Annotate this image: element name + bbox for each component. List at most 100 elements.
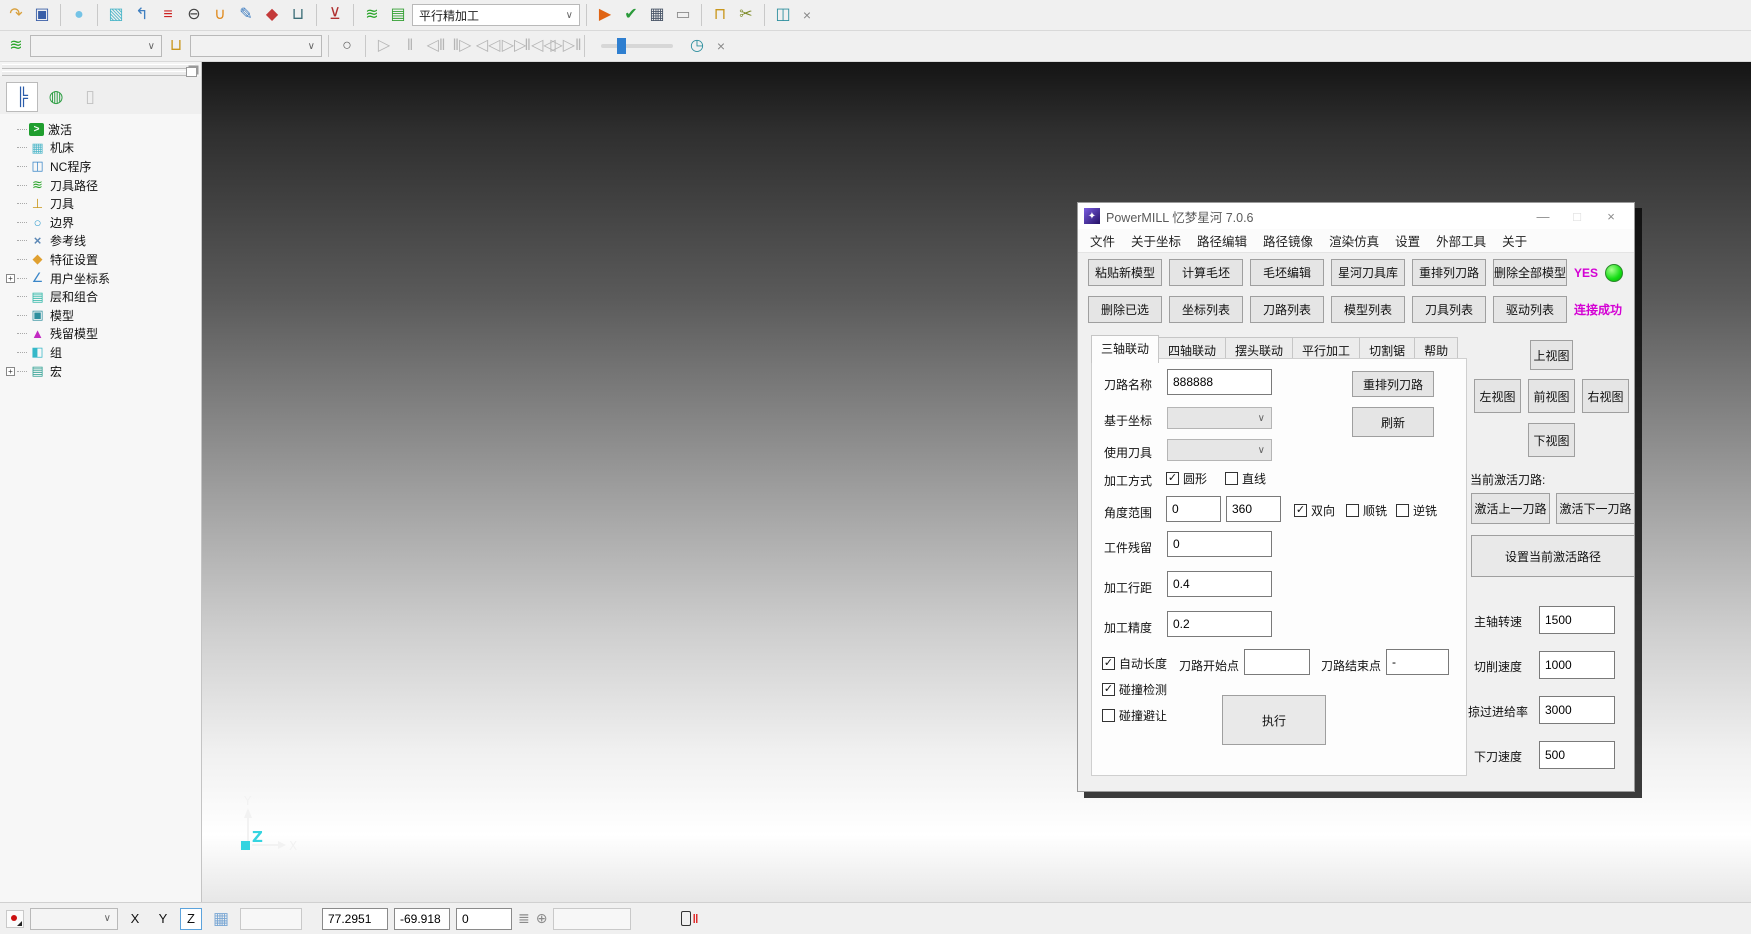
- step-back-icon[interactable]: ◁‖: [424, 34, 448, 58]
- set-active-path-button[interactable]: 设置当前激活路径: [1471, 535, 1635, 577]
- bidirectional-option[interactable]: 双向: [1294, 502, 1335, 519]
- lightbulb-icon[interactable]: ○: [335, 34, 359, 58]
- use-tool-dropdown[interactable]: ∨: [1167, 439, 1272, 461]
- line-checkbox[interactable]: [1225, 472, 1238, 485]
- spindle-speed-field[interactable]: [1539, 606, 1615, 634]
- refresh-button[interactable]: 刷新: [1352, 407, 1434, 437]
- tab-explorer-tree[interactable]: ╠: [6, 82, 38, 112]
- measure-field[interactable]: [553, 908, 631, 930]
- menu-path-mirror[interactable]: 路径镜像: [1255, 231, 1321, 250]
- coord-base-dropdown[interactable]: ∨: [1167, 407, 1272, 429]
- save-project-icon[interactable]: ▣: [30, 3, 54, 27]
- activate-next-toolpath-button[interactable]: 激活下一刀路: [1556, 493, 1635, 524]
- dialog-titlebar[interactable]: ✦ PowerMILL 忆梦星河 7.0.6 — □ ×: [1078, 203, 1634, 229]
- axis-x-button[interactable]: X: [124, 908, 146, 930]
- clock-icon[interactable]: ◷: [685, 34, 709, 58]
- minimize-icon[interactable]: —: [1526, 204, 1560, 228]
- axis-z-button[interactable]: Z: [180, 908, 202, 930]
- menu-external-tools[interactable]: 外部工具: [1428, 231, 1494, 250]
- auto-length-option[interactable]: 自动长度: [1102, 655, 1167, 672]
- tool-library-button[interactable]: 星河刀具库: [1331, 259, 1405, 286]
- rearrange-toolpaths-button[interactable]: 重排列刀路: [1412, 259, 1486, 286]
- angle-from-field[interactable]: [1166, 496, 1221, 522]
- mode-line-option[interactable]: 直线: [1225, 470, 1266, 487]
- plunge-feed-field[interactable]: [1539, 741, 1615, 769]
- stepover-field[interactable]: [1167, 571, 1272, 597]
- simulation-speed-slider[interactable]: [601, 44, 673, 48]
- toolpath-list-button[interactable]: 刀路列表: [1250, 296, 1324, 323]
- workplane-dropdown[interactable]: ∨: [30, 908, 118, 930]
- tab-3axis[interactable]: 三轴联动: [1091, 335, 1159, 363]
- coord-list-button[interactable]: 坐标列表: [1169, 296, 1243, 323]
- panel-gripper[interactable]: [2, 64, 195, 69]
- play-icon[interactable]: ▷: [372, 34, 396, 58]
- strategy-dropdown[interactable]: 平行精加工 ∨: [412, 4, 580, 26]
- skim-feed-field[interactable]: [1539, 696, 1615, 724]
- grid-size-field[interactable]: [240, 908, 302, 930]
- block-icon[interactable]: ▧: [104, 3, 128, 27]
- grid-icon[interactable]: ▦: [208, 907, 234, 931]
- tolerance-field[interactable]: [1167, 611, 1272, 637]
- scissors-icon[interactable]: ✂: [734, 3, 758, 27]
- tab-recycle-bin[interactable]: ▯: [74, 82, 106, 112]
- model-list-button[interactable]: 模型列表: [1331, 296, 1405, 323]
- viewport-3d[interactable]: Y X Z ✦ PowerMILL 忆梦星河 7.0.6 — □ ×: [202, 62, 1751, 902]
- menu-render-sim[interactable]: 渲染仿真: [1321, 231, 1387, 250]
- point-picker-button[interactable]: [6, 910, 24, 928]
- collision-check-checkbox[interactable]: [1102, 683, 1115, 696]
- view-left-button[interactable]: 左视图: [1474, 379, 1521, 413]
- tree-item-groups[interactable]: ◧组: [4, 343, 201, 362]
- tool-pair-icon[interactable]: ⊓: [708, 3, 732, 27]
- menu-about-coords[interactable]: 关于坐标: [1123, 231, 1189, 250]
- auto-length-checkbox[interactable]: [1102, 657, 1115, 670]
- ruler-icon[interactable]: ▭: [671, 3, 695, 27]
- maximize-icon[interactable]: □: [1560, 204, 1594, 228]
- close-toolbar-icon[interactable]: ×: [711, 38, 731, 54]
- tool-holder-icon[interactable]: ⊔: [286, 3, 310, 27]
- coord-y-field[interactable]: [394, 908, 450, 930]
- menu-settings[interactable]: 设置: [1387, 231, 1428, 250]
- start-point-field[interactable]: [1244, 649, 1310, 675]
- pause-icon[interactable]: ‖: [398, 34, 422, 58]
- tree-item-boundaries[interactable]: ○边界: [4, 213, 201, 232]
- blocks-pair-icon[interactable]: ◫: [771, 3, 795, 27]
- view-right-button[interactable]: 右视图: [1582, 379, 1629, 413]
- tree-item-macros[interactable]: +▤宏: [4, 362, 201, 381]
- view-front-button[interactable]: 前视图: [1528, 379, 1575, 413]
- collision-avoid-option[interactable]: 碰撞避让: [1102, 707, 1167, 724]
- toolpath-return-icon[interactable]: ↰: [130, 3, 154, 27]
- tree-item-toolpaths[interactable]: ≋刀具路径: [4, 176, 201, 195]
- probe-position-icon[interactable]: ⊕: [536, 910, 548, 927]
- coord-x-field[interactable]: [322, 908, 388, 930]
- tree-item-feature-sets[interactable]: ◆特征设置: [4, 250, 201, 269]
- toolpath-icon[interactable]: ≋: [4, 34, 28, 58]
- block-pause-indicator[interactable]: ‖: [681, 911, 699, 926]
- strategy-list-icon[interactable]: ▤: [386, 3, 410, 27]
- toolpath-dropdown[interactable]: ∨: [30, 35, 162, 57]
- calc-block-button[interactable]: 计算毛坯: [1169, 259, 1243, 286]
- tree-item-activate[interactable]: >激活: [4, 120, 201, 139]
- delete-all-models-button[interactable]: 删除全部模型: [1493, 259, 1567, 286]
- stock-allowance-field[interactable]: [1167, 531, 1272, 557]
- ball-mill-icon[interactable]: ⊖: [182, 3, 206, 27]
- climb-option[interactable]: 顺铣: [1346, 502, 1387, 519]
- paste-new-model-button[interactable]: 粘贴新模型: [1088, 259, 1162, 286]
- go-end-icon[interactable]: ▷▷‖: [554, 34, 578, 58]
- tab-world[interactable]: ◍: [40, 82, 72, 112]
- rewind-icon[interactable]: ◁◁: [476, 34, 500, 58]
- tool-icon[interactable]: ⊔: [164, 34, 188, 58]
- tree-item-models[interactable]: ▣模型: [4, 306, 201, 325]
- collision-avoid-checkbox[interactable]: [1102, 709, 1115, 722]
- climb-checkbox[interactable]: [1346, 504, 1359, 517]
- close-toolbar-icon[interactable]: ×: [797, 7, 817, 23]
- pattern-icon[interactable]: ◆: [260, 3, 284, 27]
- step-forward-icon[interactable]: ‖▷: [450, 34, 474, 58]
- menu-about[interactable]: 关于: [1494, 231, 1535, 250]
- bidirectional-checkbox[interactable]: [1294, 504, 1307, 517]
- axis-y-button[interactable]: Y: [152, 908, 174, 930]
- w-curve-icon[interactable]: ∪: [208, 3, 232, 27]
- close-icon[interactable]: ×: [1594, 204, 1628, 228]
- coord-z-field[interactable]: [456, 908, 512, 930]
- end-point-field[interactable]: [1386, 649, 1449, 675]
- tree-item-patterns[interactable]: ×参考线: [4, 232, 201, 251]
